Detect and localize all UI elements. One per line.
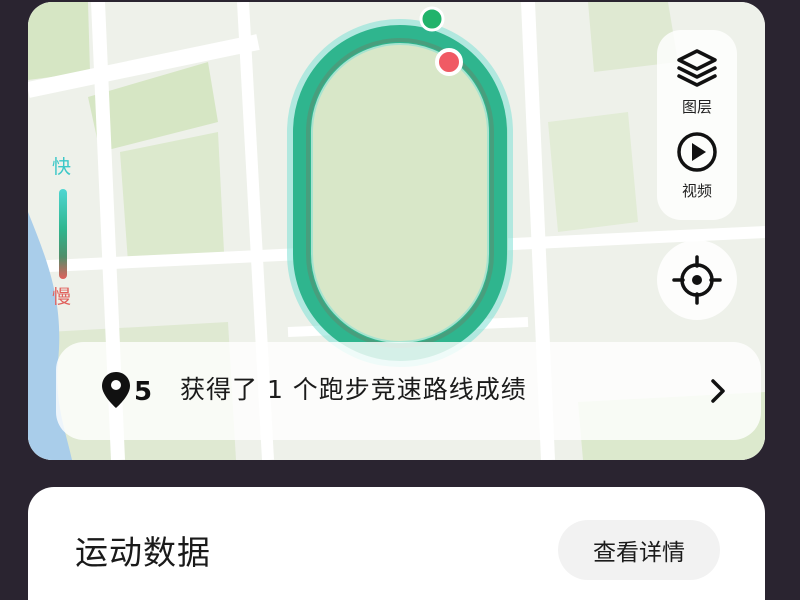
park-area — [28, 2, 90, 80]
speed-fast-label: 快 — [52, 156, 72, 178]
layers-button[interactable]: 图层 — [657, 46, 737, 117]
video-button[interactable]: 视频 — [657, 130, 737, 201]
route-pin-number: 5 — [134, 377, 152, 407]
route-achievement-banner[interactable]: 5 获得了 1 个跑步竞速路线成绩 — [56, 342, 761, 440]
chevron-right-icon — [711, 379, 725, 403]
speed-legend: 快 慢 — [50, 155, 80, 315]
route-achievement-text: 获得了 1 个跑步竞速路线成绩 — [180, 375, 527, 404]
park-area — [120, 132, 224, 262]
crosshair-icon — [672, 255, 722, 305]
park-area — [548, 112, 638, 232]
workout-data-card: 运动数据 查看详情 — [28, 487, 765, 600]
layers-icon — [677, 49, 717, 87]
route-map[interactable]: 快 慢 图层 视频 5 获得了 1 个跑步竞速路线成绩 — [28, 2, 765, 460]
route-pin-icon: 5 — [102, 372, 152, 408]
workout-result-screen: 快 慢 图层 视频 5 获得了 1 个跑步竞速路线成绩 运动数据 查看详情 — [0, 0, 800, 600]
view-details-button[interactable]: 查看详情 — [558, 520, 720, 580]
speed-slow-label: 慢 — [52, 286, 72, 308]
layers-label: 图层 — [681, 98, 712, 116]
map-tool-panel: 图层 视频 — [657, 30, 737, 220]
workout-data-title: 运动数据 — [75, 533, 211, 572]
speed-gradient-bar — [59, 189, 67, 279]
locate-button[interactable] — [657, 240, 737, 320]
video-label: 视频 — [681, 182, 712, 200]
route-end-marker — [435, 48, 463, 76]
route-start-marker — [419, 6, 445, 32]
play-circle-icon — [677, 132, 717, 172]
